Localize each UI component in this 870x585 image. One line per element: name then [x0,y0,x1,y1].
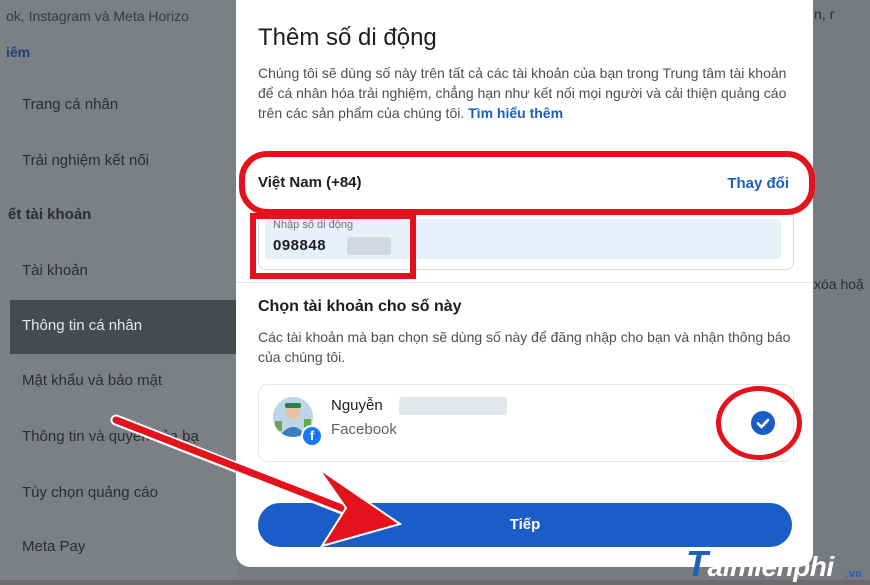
annotation-arrow-icon [110,414,403,548]
watermark-initial: T [686,543,708,584]
watermark-text: aimienphi [707,551,835,582]
watermark-domain: .vn [846,568,862,580]
watermark-logo: Taimienphi [686,543,834,585]
